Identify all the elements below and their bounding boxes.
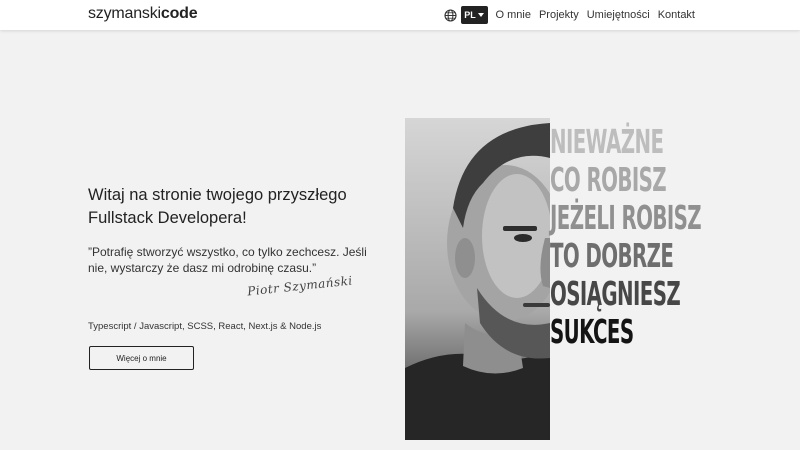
motto-line: NIEWAŻNE (550, 122, 664, 161)
nav-link-projects[interactable]: Projekty (539, 9, 579, 21)
motto-line: JEŻELI ROBISZ (550, 198, 702, 237)
motto-line: OSIĄGNIESZ (550, 274, 681, 313)
brand-logo[interactable]: szymanskicode (88, 5, 198, 23)
motto-line: TO DOBRZE (550, 236, 674, 275)
tech-stack: Typescript / Javascript, SCSS, React, Ne… (88, 321, 322, 332)
motto-line: CO ROBISZ (550, 160, 667, 199)
portrait-image (405, 118, 550, 440)
nav-link-contact[interactable]: Kontakt (658, 9, 695, 21)
signature: Piotr Szymański (246, 273, 354, 299)
nav-link-about[interactable]: O mnie (496, 9, 531, 21)
hero-headline: Witaj na stronie twojego przyszłego Full… (88, 186, 347, 227)
navbar: szymanskicode PL O mnie Projekty Umiejęt… (0, 0, 800, 30)
language-label: PL (464, 10, 476, 20)
hero-quote: ”Potrafię stworzyć wszystko, co tylko ze… (88, 245, 367, 275)
motto-text: NIEWAŻNE CO ROBISZ JEŻELI ROBISZ TO DOBR… (550, 123, 710, 351)
more-about-me-button[interactable]: Więcej o mnie (89, 346, 194, 370)
nav-menu: PL O mnie Projekty Umiejętności Kontakt (443, 5, 695, 25)
brand-name: szymanski (88, 5, 161, 22)
motto-line: SUKCES (550, 312, 634, 351)
brand-name-bold: code (160, 5, 198, 22)
nav-link-skills[interactable]: Umiejętności (587, 9, 650, 21)
globe-icon (443, 8, 457, 22)
chevron-down-icon (477, 13, 484, 17)
language-dropdown[interactable]: PL (460, 6, 488, 24)
